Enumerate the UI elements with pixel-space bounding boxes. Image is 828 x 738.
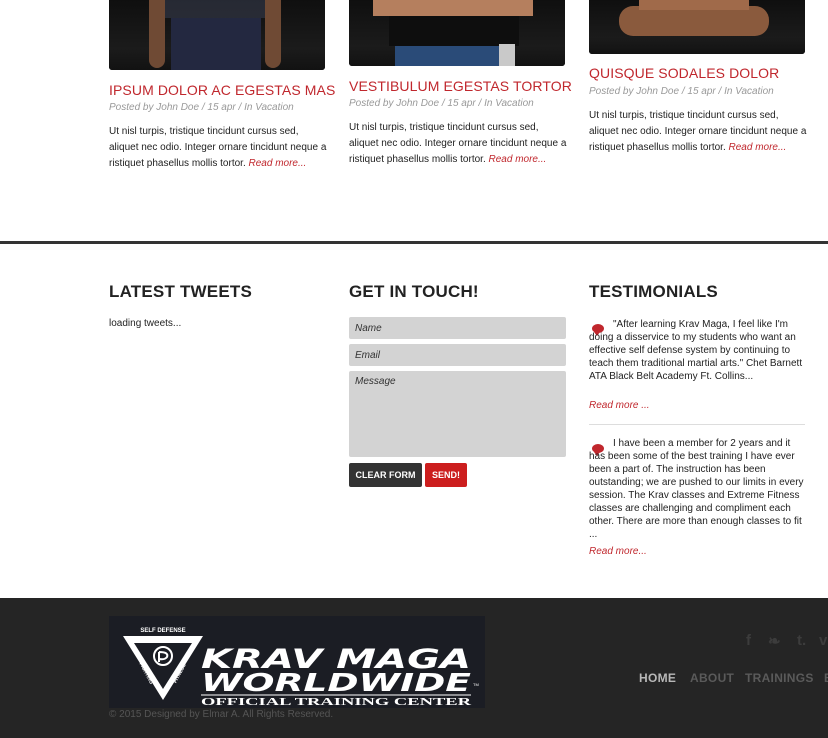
testimonial-read-more-link[interactable]: Read more... bbox=[589, 546, 647, 557]
tumblr-icon[interactable]: t. bbox=[797, 632, 806, 649]
nav-more[interactable]: B bbox=[824, 671, 828, 685]
read-more-link[interactable]: Read more... bbox=[729, 142, 787, 153]
post-title[interactable]: QUISQUE SODALES DOLOR bbox=[589, 65, 779, 81]
post-image-shorts bbox=[171, 18, 261, 70]
testimonial-text: "After learning Krav Maga, I feel like I… bbox=[589, 319, 803, 382]
name-input[interactable] bbox=[349, 317, 566, 339]
logo-line2: WORLDWIDE bbox=[201, 668, 471, 697]
facebook-icon[interactable]: f bbox=[746, 632, 751, 649]
krav-maga-logo[interactable]: SELF DEFENSE FIGHTING FITNESS KRAV MAGA … bbox=[109, 616, 485, 708]
twitter-icon[interactable]: ❧ bbox=[768, 632, 781, 650]
post-meta: Posted by John Doe / 15 apr / In Vacatio… bbox=[109, 102, 294, 113]
copyright-text: © 2015 Designed by Elmar A. All Rights R… bbox=[109, 709, 334, 720]
nav-about[interactable]: ABOUT bbox=[690, 671, 734, 685]
testimonial-read-more-link[interactable]: Read more ... bbox=[589, 400, 650, 411]
post-excerpt: Ut nisl turpis, tristique tincidunt curs… bbox=[589, 108, 809, 156]
post-image-arm bbox=[265, 0, 281, 68]
nav-trainings[interactable]: TRAININGS bbox=[745, 671, 814, 685]
post-title[interactable]: VESTIBULUM EGESTAS TORTOR bbox=[349, 78, 572, 94]
post-meta: Posted by John Doe / 15 apr / In Vacatio… bbox=[349, 98, 534, 109]
logo-subtitle: OFFICIAL TRAINING CENTER bbox=[201, 696, 473, 708]
nav-home[interactable]: HOME bbox=[639, 671, 676, 685]
testimonial-text: I have been a member for 2 years and it … bbox=[589, 438, 804, 540]
send-button[interactable]: SEND! bbox=[425, 463, 467, 487]
logo-badge-top: SELF DEFENSE bbox=[140, 628, 185, 634]
logo-tm: TM bbox=[473, 682, 479, 687]
post-image-figure bbox=[165, 0, 265, 18]
message-textarea[interactable] bbox=[349, 371, 566, 457]
tweets-loading-text: loading tweets... bbox=[109, 318, 182, 329]
section-divider bbox=[0, 241, 828, 244]
post-image-torso bbox=[373, 0, 533, 16]
post-image-arm bbox=[149, 0, 165, 68]
read-more-link[interactable]: Read more... bbox=[489, 154, 547, 165]
clear-form-button[interactable]: CLEAR FORM bbox=[349, 463, 422, 487]
post-meta: Posted by John Doe / 15 apr / In Vacatio… bbox=[589, 86, 774, 97]
post-image[interactable] bbox=[349, 0, 565, 66]
tweets-title: LATEST TWEETS bbox=[109, 282, 252, 301]
post-image-waist bbox=[389, 16, 519, 46]
email-input[interactable] bbox=[349, 344, 566, 366]
vimeo-icon[interactable]: v bbox=[819, 632, 827, 649]
post-image[interactable] bbox=[589, 0, 805, 54]
post-image-arms bbox=[619, 6, 769, 36]
post-title[interactable]: IPSUM DOLOR AC EGESTAS MAS bbox=[109, 82, 335, 98]
post-excerpt: Ut nisl turpis, tristique tincidunt curs… bbox=[349, 120, 569, 168]
post-image[interactable] bbox=[109, 0, 325, 70]
post-image-shorts bbox=[395, 46, 513, 66]
post-image-belt bbox=[499, 44, 515, 66]
contact-title: GET IN TOUCH! bbox=[349, 282, 479, 301]
logo-graphic: SELF DEFENSE FIGHTING FITNESS KRAV MAGA … bbox=[109, 616, 485, 708]
testimonials-title: TESTIMONIALS bbox=[589, 282, 718, 301]
testimonial-separator bbox=[589, 424, 805, 425]
read-more-link[interactable]: Read more... bbox=[249, 158, 307, 169]
post-image-chest bbox=[639, 0, 749, 10]
post-excerpt: Ut nisl turpis, tristique tincidunt curs… bbox=[109, 124, 329, 172]
